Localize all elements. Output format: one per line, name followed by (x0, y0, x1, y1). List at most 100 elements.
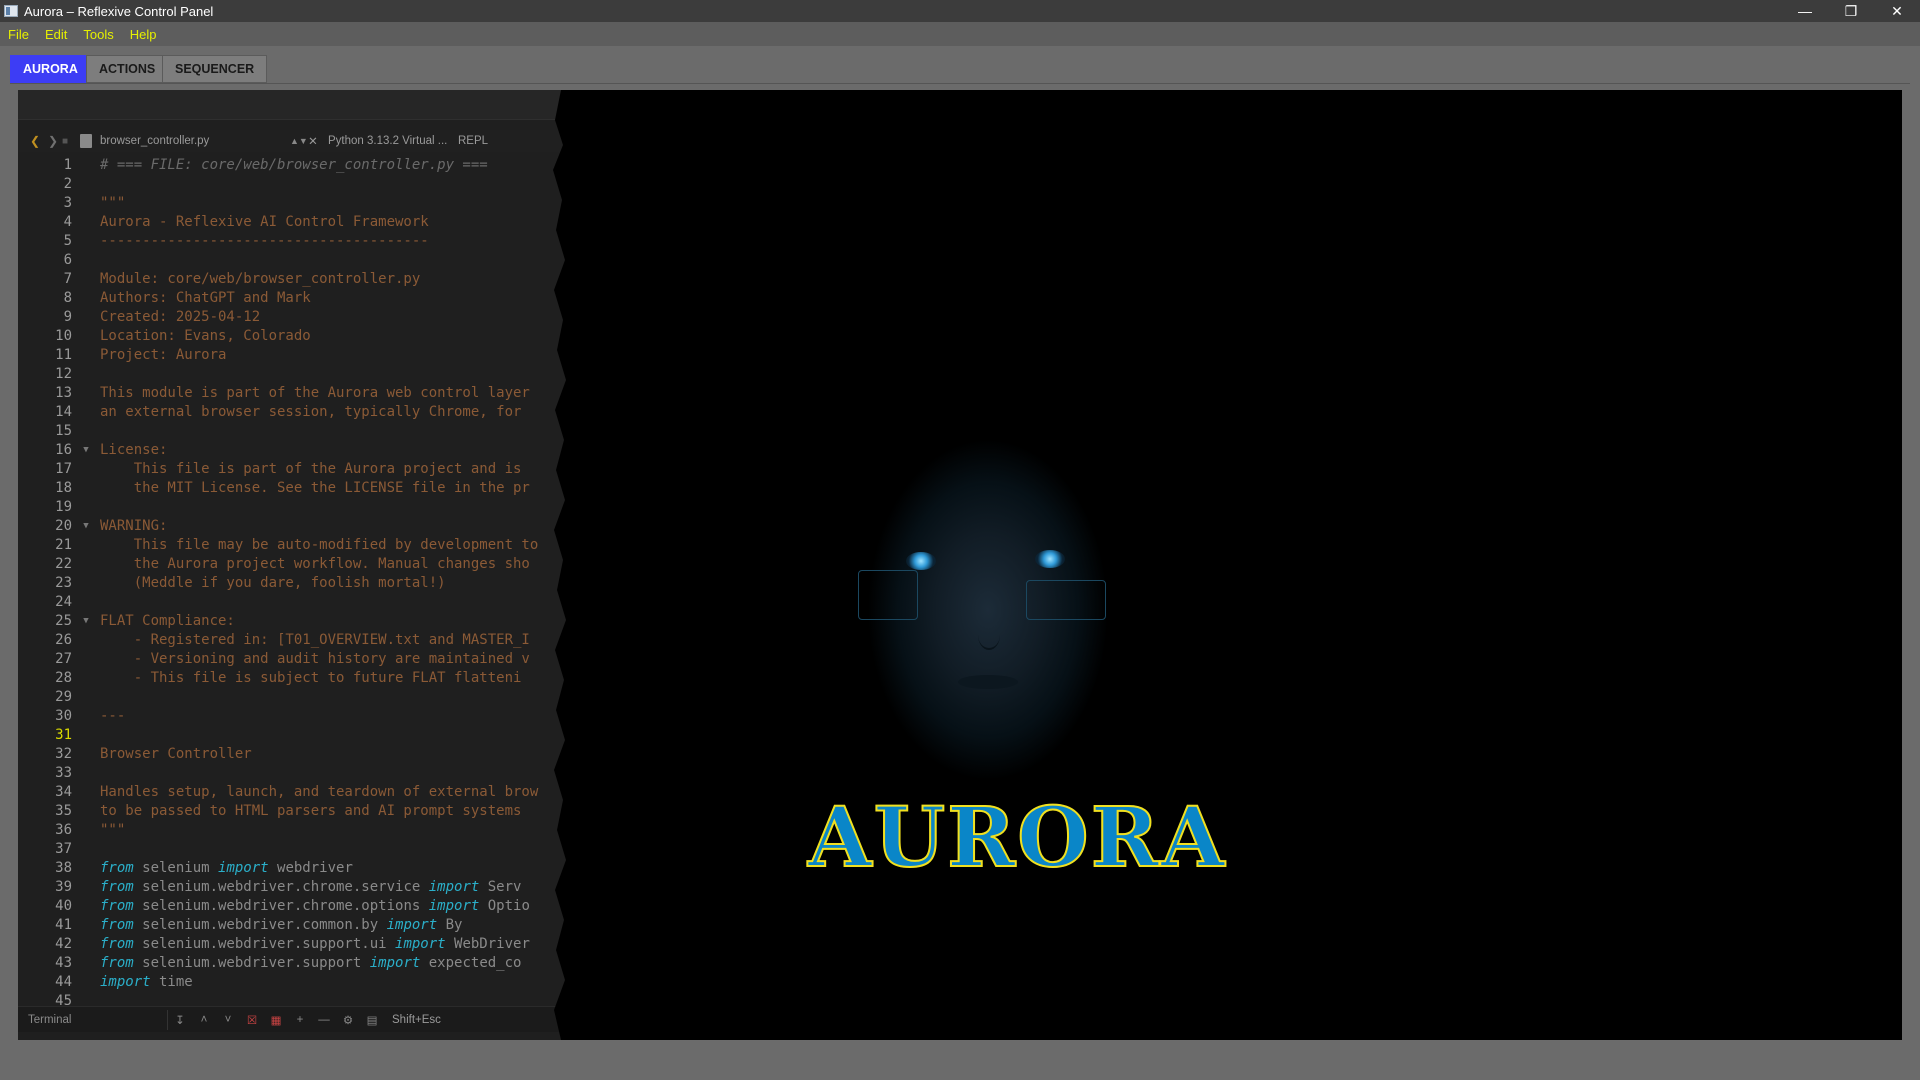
python-interpreter[interactable]: Python 3.13.2 Virtual ... (328, 135, 458, 147)
layout-icon[interactable]: ▤ (360, 1013, 384, 1027)
fold-gutter (72, 536, 100, 555)
code-text: an external browser session, typically C… (100, 404, 522, 420)
code-line[interactable]: 2 (18, 175, 578, 194)
back-arrow-icon[interactable]: ❮ (26, 134, 44, 148)
fold-gutter (72, 156, 100, 175)
code-line[interactable]: 29 (18, 688, 578, 707)
forward-arrow-icon[interactable]: ❯ (44, 134, 62, 148)
add-icon[interactable]: + (288, 1014, 312, 1026)
remove-icon[interactable]: — (312, 1014, 336, 1026)
code-line[interactable]: 5 --------------------------------------- (18, 232, 578, 251)
code-text: selenium.webdriver.support.ui (133, 936, 396, 952)
code-line[interactable]: 12 (18, 365, 578, 384)
tab-actions[interactable]: ACTIONS (86, 55, 169, 83)
terminal-tab[interactable]: Terminal (18, 1009, 168, 1030)
code-line[interactable]: 45 (18, 992, 578, 1006)
code-line[interactable]: 37 (18, 840, 578, 859)
menu-help[interactable]: Help (130, 27, 157, 42)
code-text: Browser Controller (100, 746, 252, 762)
tab-sequencer[interactable]: SEQUENCER (162, 55, 268, 83)
code-line[interactable]: 38 from selenium import webdriver (18, 859, 578, 878)
code-line[interactable]: 30 --- (18, 707, 578, 726)
settings-icon[interactable]: ⚙ (336, 1013, 360, 1027)
code-line[interactable]: 8 Authors: ChatGPT and Mark (18, 289, 578, 308)
menu-file[interactable]: File (8, 27, 29, 42)
code-line[interactable]: 4 Aurora - Reflexive AI Control Framework (18, 213, 578, 232)
line-number: 39 (55, 879, 72, 895)
python-file-icon (80, 134, 92, 148)
code-line[interactable]: 43 from selenium.webdriver.support import… (18, 954, 578, 973)
stop-icon[interactable]: ☒ (240, 1013, 264, 1027)
code-line[interactable]: 1 # === FILE: core/web/browser_controller… (18, 156, 578, 175)
close-file-icon[interactable]: ✕ (304, 134, 322, 148)
fold-arrow-icon[interactable]: ▼ (72, 612, 100, 631)
code-line[interactable]: 22 the Aurora project workflow. Manual c… (18, 555, 578, 574)
code-keyword: import (218, 860, 269, 876)
code-line[interactable]: 14 an external browser session, typically… (18, 403, 578, 422)
line-number: 34 (55, 784, 72, 800)
code-text: the Aurora project workflow. Manual chan… (100, 556, 530, 572)
code-line[interactable]: 40 from selenium.webdriver.chrome.options… (18, 897, 578, 916)
file-name[interactable]: browser_controller.py (100, 135, 290, 147)
code-line[interactable]: 10 Location: Evans, Colorado (18, 327, 578, 346)
code-line[interactable]: 21 This file may be auto-modified by dev… (18, 536, 578, 555)
fold-gutter (72, 555, 100, 574)
code-line[interactable]: 23 (Meddle if you dare, foolish mortal!) (18, 574, 578, 593)
code-line[interactable]: 27 - Versioning and audit history are ma… (18, 650, 578, 669)
fold-arrow-icon[interactable]: ▼ (72, 517, 100, 536)
fold-gutter (72, 688, 100, 707)
code-line[interactable]: 32 Browser Controller (18, 745, 578, 764)
up-icon[interactable]: ˄ (192, 1014, 216, 1026)
terminal-icon[interactable]: ↧ (168, 1013, 192, 1027)
tab-aurora[interactable]: AURORA (10, 55, 91, 83)
code-line[interactable]: 13 This module is part of the Aurora web … (18, 384, 578, 403)
code-line[interactable]: 33 (18, 764, 578, 783)
code-line[interactable]: 26 - Registered in: [T01_OVERVIEW.txt an… (18, 631, 578, 650)
code-line[interactable]: 35 to be passed to HTML parsers and AI pr… (18, 802, 578, 821)
minimize-button[interactable]: — (1782, 0, 1828, 22)
fold-gutter (72, 802, 100, 821)
repl-button[interactable]: REPL (458, 135, 488, 147)
code-line[interactable]: 16 ▼ License: (18, 441, 578, 460)
torn-edge (553, 90, 593, 1040)
code-line[interactable]: 31 (18, 726, 578, 745)
code-keyword: from (100, 879, 134, 895)
file-switch-icon[interactable]: ▲▼ (290, 136, 308, 146)
code-text: WebDriver (445, 936, 530, 952)
code-line[interactable]: 36 """ (18, 821, 578, 840)
menu-tools[interactable]: Tools (83, 27, 113, 42)
code-line[interactable]: 20 ▼ WARNING: (18, 517, 578, 536)
code-text: --- (100, 708, 126, 724)
code-line[interactable]: 28 - This file is subject to future FLAT… (18, 669, 578, 688)
code-area[interactable]: 1 # === FILE: core/web/browser_controller… (18, 156, 578, 1006)
window-title: Aurora – Reflexive Control Panel (24, 3, 214, 19)
code-line[interactable]: 11 Project: Aurora (18, 346, 578, 365)
code-line[interactable]: 34 Handles setup, launch, and teardown of… (18, 783, 578, 802)
code-line[interactable]: 24 (18, 593, 578, 612)
restore-button[interactable]: ❐ (1828, 0, 1874, 22)
code-line[interactable]: 41 from selenium.webdriver.common.by impo… (18, 916, 578, 935)
line-number: 18 (55, 480, 72, 496)
code-line[interactable]: 3 """ (18, 194, 578, 213)
code-line[interactable]: 6 (18, 251, 578, 270)
fold-arrow-icon[interactable]: ▼ (72, 441, 100, 460)
code-line[interactable]: 19 (18, 498, 578, 517)
code-line[interactable]: 39 from selenium.webdriver.chrome.service… (18, 878, 578, 897)
line-number: 17 (55, 461, 72, 477)
editor-status-bar: Terminal ↧ ˄ ˅ ☒ ▦ + — ⚙ ▤ Shift+Esc (18, 1006, 578, 1032)
code-line[interactable]: 18 the MIT License. See the LICENSE file… (18, 479, 578, 498)
menu-edit[interactable]: Edit (45, 27, 67, 42)
code-line[interactable]: 15 (18, 422, 578, 441)
close-button[interactable]: ✕ (1874, 0, 1920, 22)
code-keyword: import (100, 974, 151, 990)
code-line[interactable]: 17 This file is part of the Aurora proje… (18, 460, 578, 479)
clear-icon[interactable]: ▦ (264, 1013, 288, 1027)
line-number: 11 (55, 347, 72, 363)
code-line[interactable]: 7 Module: core/web/browser_controller.py (18, 270, 578, 289)
code-line[interactable]: 44 import time (18, 973, 578, 992)
down-icon[interactable]: ˅ (216, 1014, 240, 1026)
code-line[interactable]: 25 ▼ FLAT Compliance: (18, 612, 578, 631)
circuit-pattern (1026, 580, 1106, 620)
code-line[interactable]: 9 Created: 2025-04-12 (18, 308, 578, 327)
code-line[interactable]: 42 from selenium.webdriver.support.ui imp… (18, 935, 578, 954)
